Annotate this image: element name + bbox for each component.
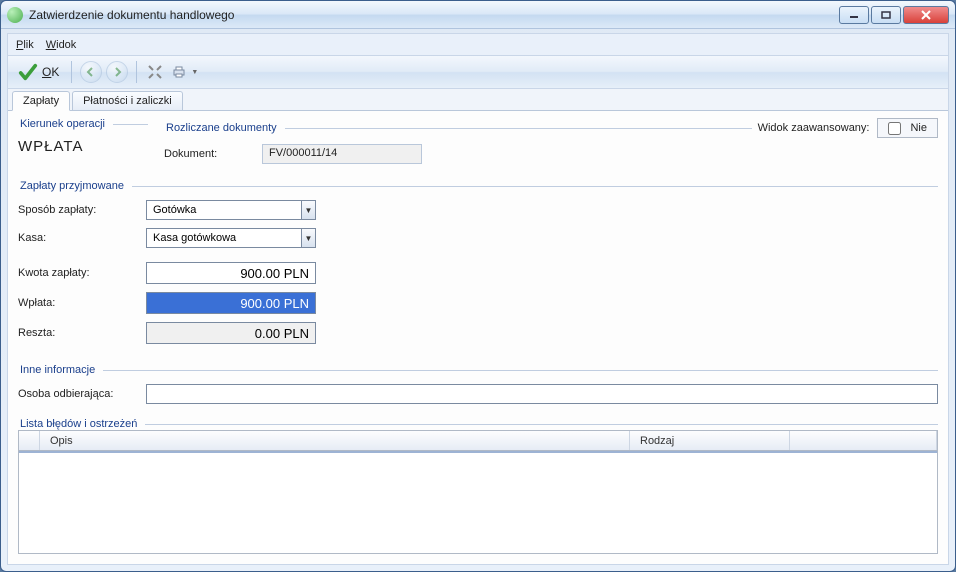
toolbar: OK ▼	[7, 55, 949, 89]
kasa-label: Kasa:	[18, 232, 138, 244]
group-title: Zapłaty przyjmowane	[18, 180, 126, 192]
tools-icon[interactable]	[145, 62, 165, 82]
grid-body	[19, 451, 937, 553]
sposob-zaplaty-input[interactable]	[146, 200, 301, 220]
dokument-value: FV/000011/14	[262, 144, 422, 164]
check-icon	[18, 62, 38, 82]
advanced-value: Nie	[910, 122, 927, 134]
group-zaplaty-przyjmowane: Zapłaty przyjmowane Sposób zapłaty: ▼ Ka…	[18, 180, 938, 344]
sposob-zaplaty-combo[interactable]: ▼	[146, 200, 316, 220]
chevron-down-icon[interactable]: ▼	[301, 200, 316, 220]
group-lista-bledow: Lista błędów i ostrzeżeń Opis Rodzaj	[18, 418, 938, 554]
kwota-zaplaty-input[interactable]	[146, 262, 316, 284]
grid-col-spacer	[790, 431, 937, 450]
tabstrip: Zapłaty Płatności i zaliczki	[8, 89, 948, 111]
advanced-checkbox-input[interactable]	[888, 122, 901, 135]
print-button[interactable]: ▼	[169, 62, 198, 82]
errors-grid[interactable]: Opis Rodzaj	[18, 430, 938, 554]
chevron-down-icon[interactable]: ▼	[301, 228, 316, 248]
group-title: Rozliczane dokumenty	[164, 122, 279, 134]
printer-icon	[169, 62, 189, 82]
maximize-button[interactable]	[871, 6, 901, 24]
grid-col-opis[interactable]: Opis	[40, 431, 630, 450]
kasa-combo[interactable]: ▼	[146, 228, 316, 248]
group-title: Lista błędów i ostrzeżeń	[18, 418, 139, 430]
nav-back-button[interactable]	[80, 61, 102, 83]
group-kierunek-operacji: Kierunek operacji WPŁATA	[18, 118, 148, 155]
window-title: Zatwierdzenie dokumentu handlowego	[29, 8, 839, 22]
advanced-label: Widok zaawansowany:	[758, 122, 870, 134]
nav-forward-button[interactable]	[106, 61, 128, 83]
wplata-input[interactable]	[146, 292, 316, 314]
group-title: Kierunek operacji	[18, 118, 107, 130]
grid-col-handle[interactable]	[19, 431, 40, 450]
grid-col-rodzaj[interactable]: Rodzaj	[630, 431, 790, 450]
reszta-output	[146, 322, 316, 344]
advanced-view-checkbox[interactable]: Nie	[877, 118, 938, 138]
separator	[136, 61, 137, 83]
sposob-zaplaty-label: Sposób zapłaty:	[18, 204, 138, 216]
group-inne-informacje: Inne informacje Osoba odbierająca:	[18, 364, 938, 404]
osoba-label: Osoba odbierająca:	[18, 388, 138, 400]
advanced-view-toggle-area: Widok zaawansowany: Nie	[758, 118, 938, 138]
close-button[interactable]	[903, 6, 949, 24]
kwota-zaplaty-label: Kwota zapłaty:	[18, 267, 138, 279]
main-window: Zatwierdzenie dokumentu handlowego Plik …	[0, 0, 956, 572]
osoba-odbierajaca-input[interactable]	[146, 384, 938, 404]
wplata-label: Wpłata:	[18, 297, 138, 309]
group-title: Inne informacje	[18, 364, 97, 376]
tab-zaplaty[interactable]: Zapłaty	[12, 91, 70, 111]
group-rozliczane-dokumenty: Rozliczane dokumenty Widok zaawansowany:…	[164, 118, 938, 164]
reszta-label: Reszta:	[18, 327, 138, 339]
separator	[71, 61, 72, 83]
titlebar: Zatwierdzenie dokumentu handlowego	[1, 1, 955, 29]
tab-platnosci[interactable]: Płatności i zaliczki	[72, 91, 183, 110]
content-area: Zapłaty Płatności i zaliczki Kierunek op…	[7, 89, 949, 565]
operation-type: WPŁATA	[18, 138, 148, 155]
menubar: Plik Widok	[7, 33, 949, 55]
dokument-label: Dokument:	[164, 148, 254, 160]
grid-header: Opis Rodzaj	[19, 431, 937, 451]
kasa-input[interactable]	[146, 228, 301, 248]
menu-plik[interactable]: Plik	[16, 39, 34, 51]
window-buttons	[839, 6, 949, 24]
minimize-button[interactable]	[839, 6, 869, 24]
ok-label: OK	[42, 65, 59, 79]
tab-body-zaplaty: Kierunek operacji WPŁATA Rozliczane doku…	[8, 112, 948, 564]
menu-widok[interactable]: Widok	[46, 39, 77, 51]
ok-button[interactable]: OK	[14, 60, 63, 84]
app-icon	[7, 7, 23, 23]
chevron-down-icon: ▼	[191, 69, 198, 76]
